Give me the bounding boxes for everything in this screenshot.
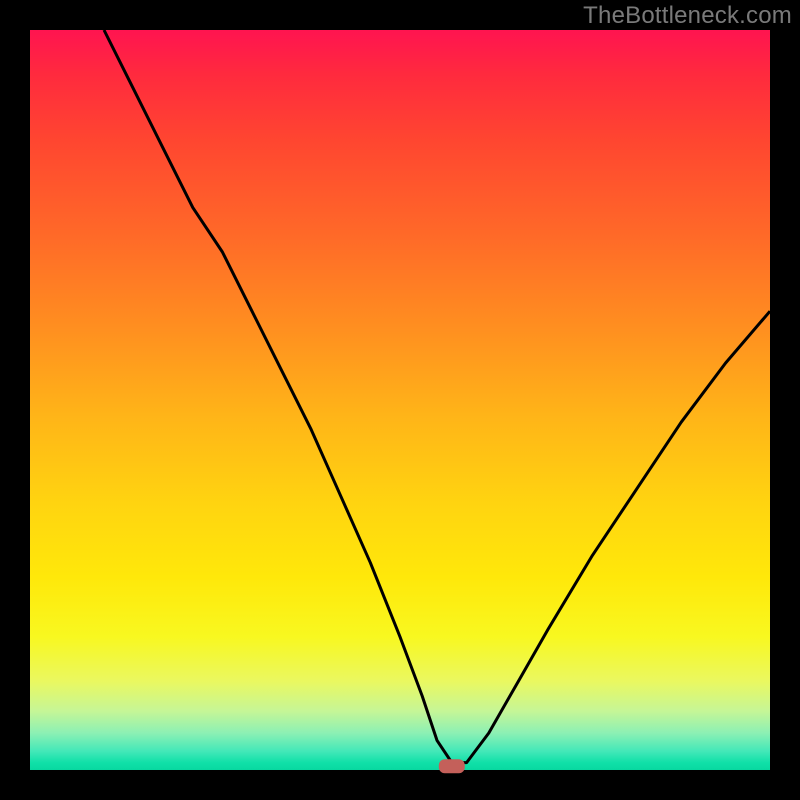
watermark-text: TheBottleneck.com — [583, 2, 792, 30]
plot-area — [30, 30, 770, 770]
chart-frame: TheBottleneck.com — [0, 0, 800, 800]
minimum-marker — [439, 759, 465, 773]
bottleneck-curve — [104, 30, 770, 763]
plot-svg — [30, 30, 770, 770]
